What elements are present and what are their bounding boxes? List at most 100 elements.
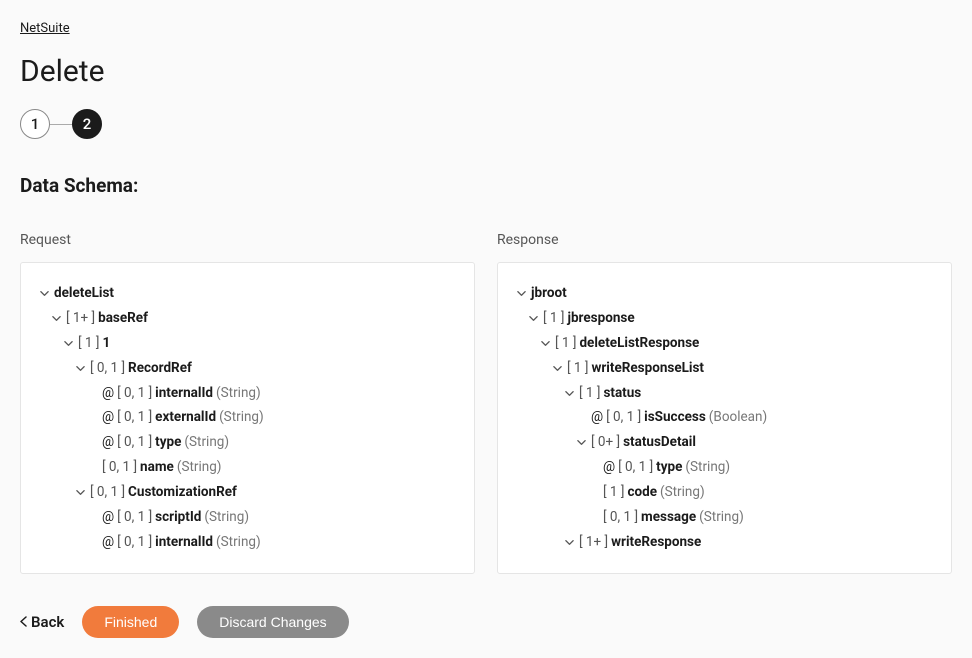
tree-node[interactable]: [ 1 ] writeResponseList <box>514 356 935 381</box>
tree-node[interactable]: [ 1+ ] baseRef <box>37 306 458 331</box>
node-type: (String) <box>184 433 229 452</box>
chevron-down-icon[interactable] <box>73 364 87 373</box>
cardinality: [ 1 ] <box>555 334 576 353</box>
step-1[interactable]: 1 <box>20 109 50 139</box>
cardinality: [ 0, 1 ] <box>606 408 641 427</box>
node-type: (String) <box>685 458 730 477</box>
attribute-marker: @ <box>102 533 114 552</box>
tree-node[interactable]: [ 1 ] jbresponse <box>514 306 935 331</box>
cardinality: [ 0, 1 ] <box>90 483 125 502</box>
attribute-marker: @ <box>102 408 114 427</box>
request-schema-box: deleteList[ 1+ ] baseRef[ 1 ] 1[ 0, 1 ] … <box>20 262 475 574</box>
back-label: Back <box>31 613 64 631</box>
node-name: writeResponseList <box>591 359 704 378</box>
tree-node[interactable]: [ 0+ ] statusDetail <box>514 430 935 455</box>
chevron-down-icon[interactable] <box>73 488 87 497</box>
cardinality: [ 0, 1 ] <box>102 458 137 477</box>
tree-node[interactable]: jbroot <box>514 281 935 306</box>
tree-node: @[ 0, 1 ] type(String) <box>37 430 458 455</box>
breadcrumb-netsuite[interactable]: NetSuite <box>20 21 70 36</box>
chevron-down-icon[interactable] <box>514 289 528 298</box>
node-type: (String) <box>216 533 261 552</box>
cardinality: [ 1+ ] <box>66 309 95 328</box>
tree-node: @[ 0, 1 ] externalId(String) <box>37 405 458 430</box>
tree-node: @[ 0, 1 ] isSuccess(Boolean) <box>514 405 935 430</box>
tree-node[interactable]: [ 1+ ] writeResponse <box>514 530 935 555</box>
node-name: baseRef <box>98 309 148 328</box>
chevron-down-icon[interactable] <box>574 438 588 447</box>
chevron-down-icon[interactable] <box>37 289 51 298</box>
node-name: jbroot <box>531 284 567 303</box>
node-name: 1 <box>102 334 110 353</box>
chevron-down-icon[interactable] <box>526 314 540 323</box>
node-name: externalId <box>155 408 216 427</box>
cardinality: [ 0, 1 ] <box>117 533 152 552</box>
node-name: isSuccess <box>644 408 706 427</box>
chevron-down-icon[interactable] <box>562 538 576 547</box>
node-name: statusDetail <box>623 433 696 452</box>
node-name: CustomizationRef <box>128 483 237 502</box>
chevron-down-icon[interactable] <box>562 389 576 398</box>
node-type: (Boolean) <box>709 408 767 427</box>
chevron-left-icon <box>20 613 27 631</box>
chevron-down-icon[interactable] <box>538 339 552 348</box>
node-name: RecordRef <box>128 359 192 378</box>
page-title: Delete <box>20 54 952 89</box>
cardinality: [ 0, 1 ] <box>117 408 152 427</box>
cardinality: [ 1 ] <box>603 483 624 502</box>
node-name: scriptId <box>155 508 201 527</box>
node-name: status <box>603 384 641 403</box>
node-type: (String) <box>699 508 744 527</box>
node-type: (String) <box>216 384 261 403</box>
cardinality: [ 0, 1 ] <box>117 384 152 403</box>
stepper: 1 2 <box>20 109 952 139</box>
node-name: writeResponse <box>611 533 701 552</box>
cardinality: [ 1 ] <box>543 309 564 328</box>
cardinality: [ 1+ ] <box>579 533 608 552</box>
step-2[interactable]: 2 <box>72 109 102 139</box>
attribute-marker: @ <box>102 384 114 403</box>
node-type: (String) <box>204 508 249 527</box>
node-type: (String) <box>177 458 222 477</box>
chevron-down-icon[interactable] <box>61 339 75 348</box>
tree-node[interactable]: deleteList <box>37 281 458 306</box>
node-name: deleteListResponse <box>579 334 699 353</box>
tree-node[interactable]: [ 1 ] deleteListResponse <box>514 331 935 356</box>
tree-node: @[ 0, 1 ] internalId(String) <box>37 530 458 555</box>
node-name: type <box>656 458 682 477</box>
node-name: name <box>140 458 174 477</box>
attribute-marker: @ <box>102 433 114 452</box>
response-header: Response <box>497 232 952 248</box>
tree-node: [ 0, 1 ] message(String) <box>514 505 935 530</box>
cardinality: [ 0, 1 ] <box>603 508 638 527</box>
finished-button[interactable]: Finished <box>82 606 179 638</box>
footer-actions: Back Finished Discard Changes <box>20 606 952 638</box>
chevron-down-icon[interactable] <box>49 314 63 323</box>
tree-node: @[ 0, 1 ] scriptId(String) <box>37 505 458 530</box>
node-name: message <box>641 508 696 527</box>
node-name: internalId <box>155 533 213 552</box>
tree-node[interactable]: [ 1 ] 1 <box>37 331 458 356</box>
section-title: Data Schema: <box>20 174 952 197</box>
cardinality: [ 1 ] <box>567 359 588 378</box>
cardinality: [ 0, 1 ] <box>90 359 125 378</box>
node-name: code <box>627 483 657 502</box>
step-connector <box>50 124 72 125</box>
node-name: jbresponse <box>567 309 634 328</box>
attribute-marker: @ <box>603 458 615 477</box>
tree-node[interactable]: [ 1 ] status <box>514 381 935 406</box>
response-schema-box: jbroot[ 1 ] jbresponse[ 1 ] deleteListRe… <box>497 262 952 574</box>
attribute-marker: @ <box>102 508 114 527</box>
request-header: Request <box>20 232 475 248</box>
tree-node[interactable]: [ 0, 1 ] CustomizationRef <box>37 480 458 505</box>
tree-node: @[ 0, 1 ] type(String) <box>514 455 935 480</box>
discard-button[interactable]: Discard Changes <box>197 606 348 638</box>
cardinality: [ 1 ] <box>579 384 600 403</box>
tree-node[interactable]: [ 0, 1 ] RecordRef <box>37 356 458 381</box>
cardinality: [ 0, 1 ] <box>117 508 152 527</box>
chevron-down-icon[interactable] <box>550 364 564 373</box>
request-column: Request deleteList[ 1+ ] baseRef[ 1 ] 1[… <box>20 232 475 574</box>
back-button[interactable]: Back <box>20 613 64 631</box>
attribute-marker: @ <box>591 408 603 427</box>
node-name: deleteList <box>54 284 114 303</box>
